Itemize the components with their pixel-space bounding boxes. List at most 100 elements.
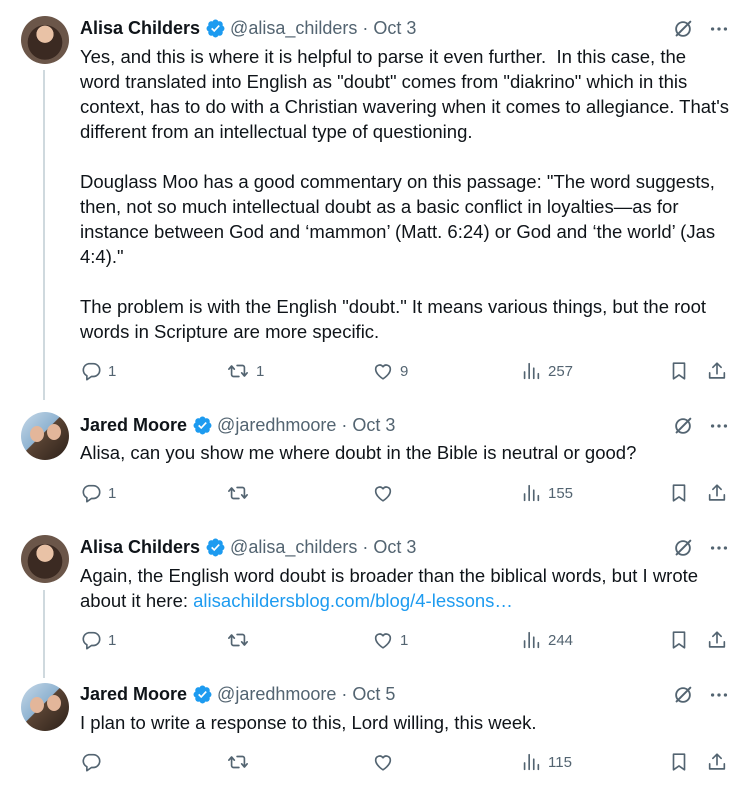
like-count: 9: [400, 362, 409, 380]
author-handle[interactable]: @alisa_childers: [230, 536, 357, 558]
like-icon: [374, 633, 392, 649]
more-icon[interactable]: [708, 537, 730, 559]
retweet-button[interactable]: [226, 629, 256, 651]
tweet-header-actions: [672, 415, 730, 437]
views-button[interactable]: 115: [520, 751, 572, 773]
retweet-button[interactable]: 1: [226, 360, 264, 382]
views-icon: [523, 753, 540, 771]
grok-icon[interactable]: [672, 415, 694, 437]
views-button[interactable]: 155: [520, 482, 573, 504]
grok-icon[interactable]: [672, 537, 694, 559]
views-button[interactable]: 257: [520, 360, 573, 382]
retweet-icon: [228, 486, 248, 500]
tweet-actions: 1 1 244: [80, 629, 728, 653]
tweet-header-actions: [672, 684, 730, 706]
like-button[interactable]: [372, 482, 400, 504]
tweet-actions: 1 1 9 257: [80, 360, 728, 384]
tweet-header: Alisa Childers @alisa_childers · Oct 3: [80, 17, 416, 39]
tweet-text: Yes, and this is where it is helpful to …: [80, 46, 729, 342]
share-icon: [708, 631, 726, 648]
tweet-link[interactable]: alisachildersblog.com/blog/4-lessons…: [193, 590, 513, 611]
retweet-button[interactable]: [226, 751, 256, 773]
tweet-header: Alisa Childers @alisa_childers · Oct 3: [80, 536, 416, 558]
views-count: 257: [548, 362, 574, 380]
bookmark-icon: [672, 362, 686, 380]
reply-button[interactable]: [80, 751, 108, 773]
tweet[interactable]: Jared Moore @jaredhmoore · Oct 5 I plan …: [0, 675, 748, 792]
avatar[interactable]: [21, 412, 69, 460]
tweet[interactable]: Jared Moore @jaredhmoore · Oct 3 Alisa, …: [0, 400, 748, 525]
reply-button[interactable]: 1: [80, 482, 116, 504]
bookmark-icon: [672, 484, 686, 502]
bookmark-button[interactable]: [668, 360, 690, 382]
views-button[interactable]: 244: [520, 629, 573, 651]
like-count: 1: [400, 631, 409, 649]
more-icon[interactable]: [708, 684, 730, 706]
reply-icon: [82, 362, 101, 381]
author-name[interactable]: Alisa Childers: [80, 17, 200, 39]
separator-dot: ·: [362, 18, 369, 38]
author-name[interactable]: Jared Moore: [80, 414, 187, 436]
reply-icon: [82, 484, 101, 503]
like-icon: [374, 486, 392, 502]
retweet-button[interactable]: [226, 482, 256, 504]
retweet-count: 1: [256, 362, 265, 380]
share-icon: [708, 362, 726, 379]
share-button[interactable]: [706, 751, 728, 773]
separator-dot: ·: [362, 537, 369, 557]
author-handle[interactable]: @alisa_childers: [230, 17, 357, 39]
avatar[interactable]: [21, 535, 69, 583]
share-button[interactable]: [706, 360, 728, 382]
bookmark-button[interactable]: [668, 482, 690, 504]
tweet-header-actions: [672, 18, 730, 40]
share-icon: [708, 484, 726, 501]
reply-count: 1: [108, 362, 117, 380]
tweet-date[interactable]: Oct 3: [373, 536, 416, 558]
tweet[interactable]: Alisa Childers @alisa_childers · Oct 3 Y…: [0, 0, 748, 400]
tweet-header: Jared Moore @jaredhmoore · Oct 3: [80, 414, 395, 436]
like-icon: [374, 755, 392, 771]
reply-count: 1: [108, 484, 117, 502]
tweet[interactable]: Alisa Childers @alisa_childers · Oct 3 A…: [0, 525, 748, 675]
grok-icon[interactable]: [672, 18, 694, 40]
bookmark-button[interactable]: [668, 751, 690, 773]
like-button[interactable]: 1: [372, 629, 408, 651]
author-name[interactable]: Jared Moore: [80, 683, 187, 705]
like-button[interactable]: 9: [372, 360, 408, 382]
avatar[interactable]: [21, 683, 69, 731]
retweet-icon: [228, 364, 248, 378]
tweet-date[interactable]: Oct 3: [352, 414, 395, 436]
reply-count: 1: [108, 631, 117, 649]
reply-button[interactable]: 1: [80, 629, 116, 651]
tweet-actions: 115: [80, 751, 728, 775]
retweet-icon: [228, 755, 248, 769]
like-button[interactable]: [372, 751, 400, 773]
like-icon: [374, 364, 392, 380]
bookmark-button[interactable]: [668, 629, 690, 651]
bookmark-icon: [672, 753, 686, 771]
verified-badge-icon: [193, 685, 212, 703]
tweet-header: Jared Moore @jaredhmoore · Oct 5: [80, 683, 395, 705]
views-count: 155: [548, 484, 574, 502]
verified-badge-icon: [206, 19, 225, 37]
share-button[interactable]: [706, 629, 728, 651]
reply-icon: [82, 753, 101, 772]
views-count: 244: [548, 631, 574, 649]
avatar[interactable]: [21, 16, 69, 64]
grok-icon[interactable]: [672, 684, 694, 706]
tweet-text: Alisa, can you show me where doubt in th…: [80, 442, 637, 463]
more-icon[interactable]: [708, 18, 730, 40]
tweet-date[interactable]: Oct 5: [352, 683, 395, 705]
separator-dot: ·: [341, 415, 348, 435]
views-icon: [523, 362, 540, 380]
more-icon[interactable]: [708, 415, 730, 437]
author-name[interactable]: Alisa Childers: [80, 536, 200, 558]
views-icon: [523, 484, 540, 502]
tweet-text: Again, the English word doubt is broader…: [80, 563, 730, 613]
tweet-actions: 1 155: [80, 482, 728, 506]
share-button[interactable]: [706, 482, 728, 504]
reply-button[interactable]: 1: [80, 360, 116, 382]
tweet-date[interactable]: Oct 3: [373, 17, 416, 39]
author-handle[interactable]: @jaredhmoore: [217, 683, 336, 705]
author-handle[interactable]: @jaredhmoore: [217, 414, 336, 436]
